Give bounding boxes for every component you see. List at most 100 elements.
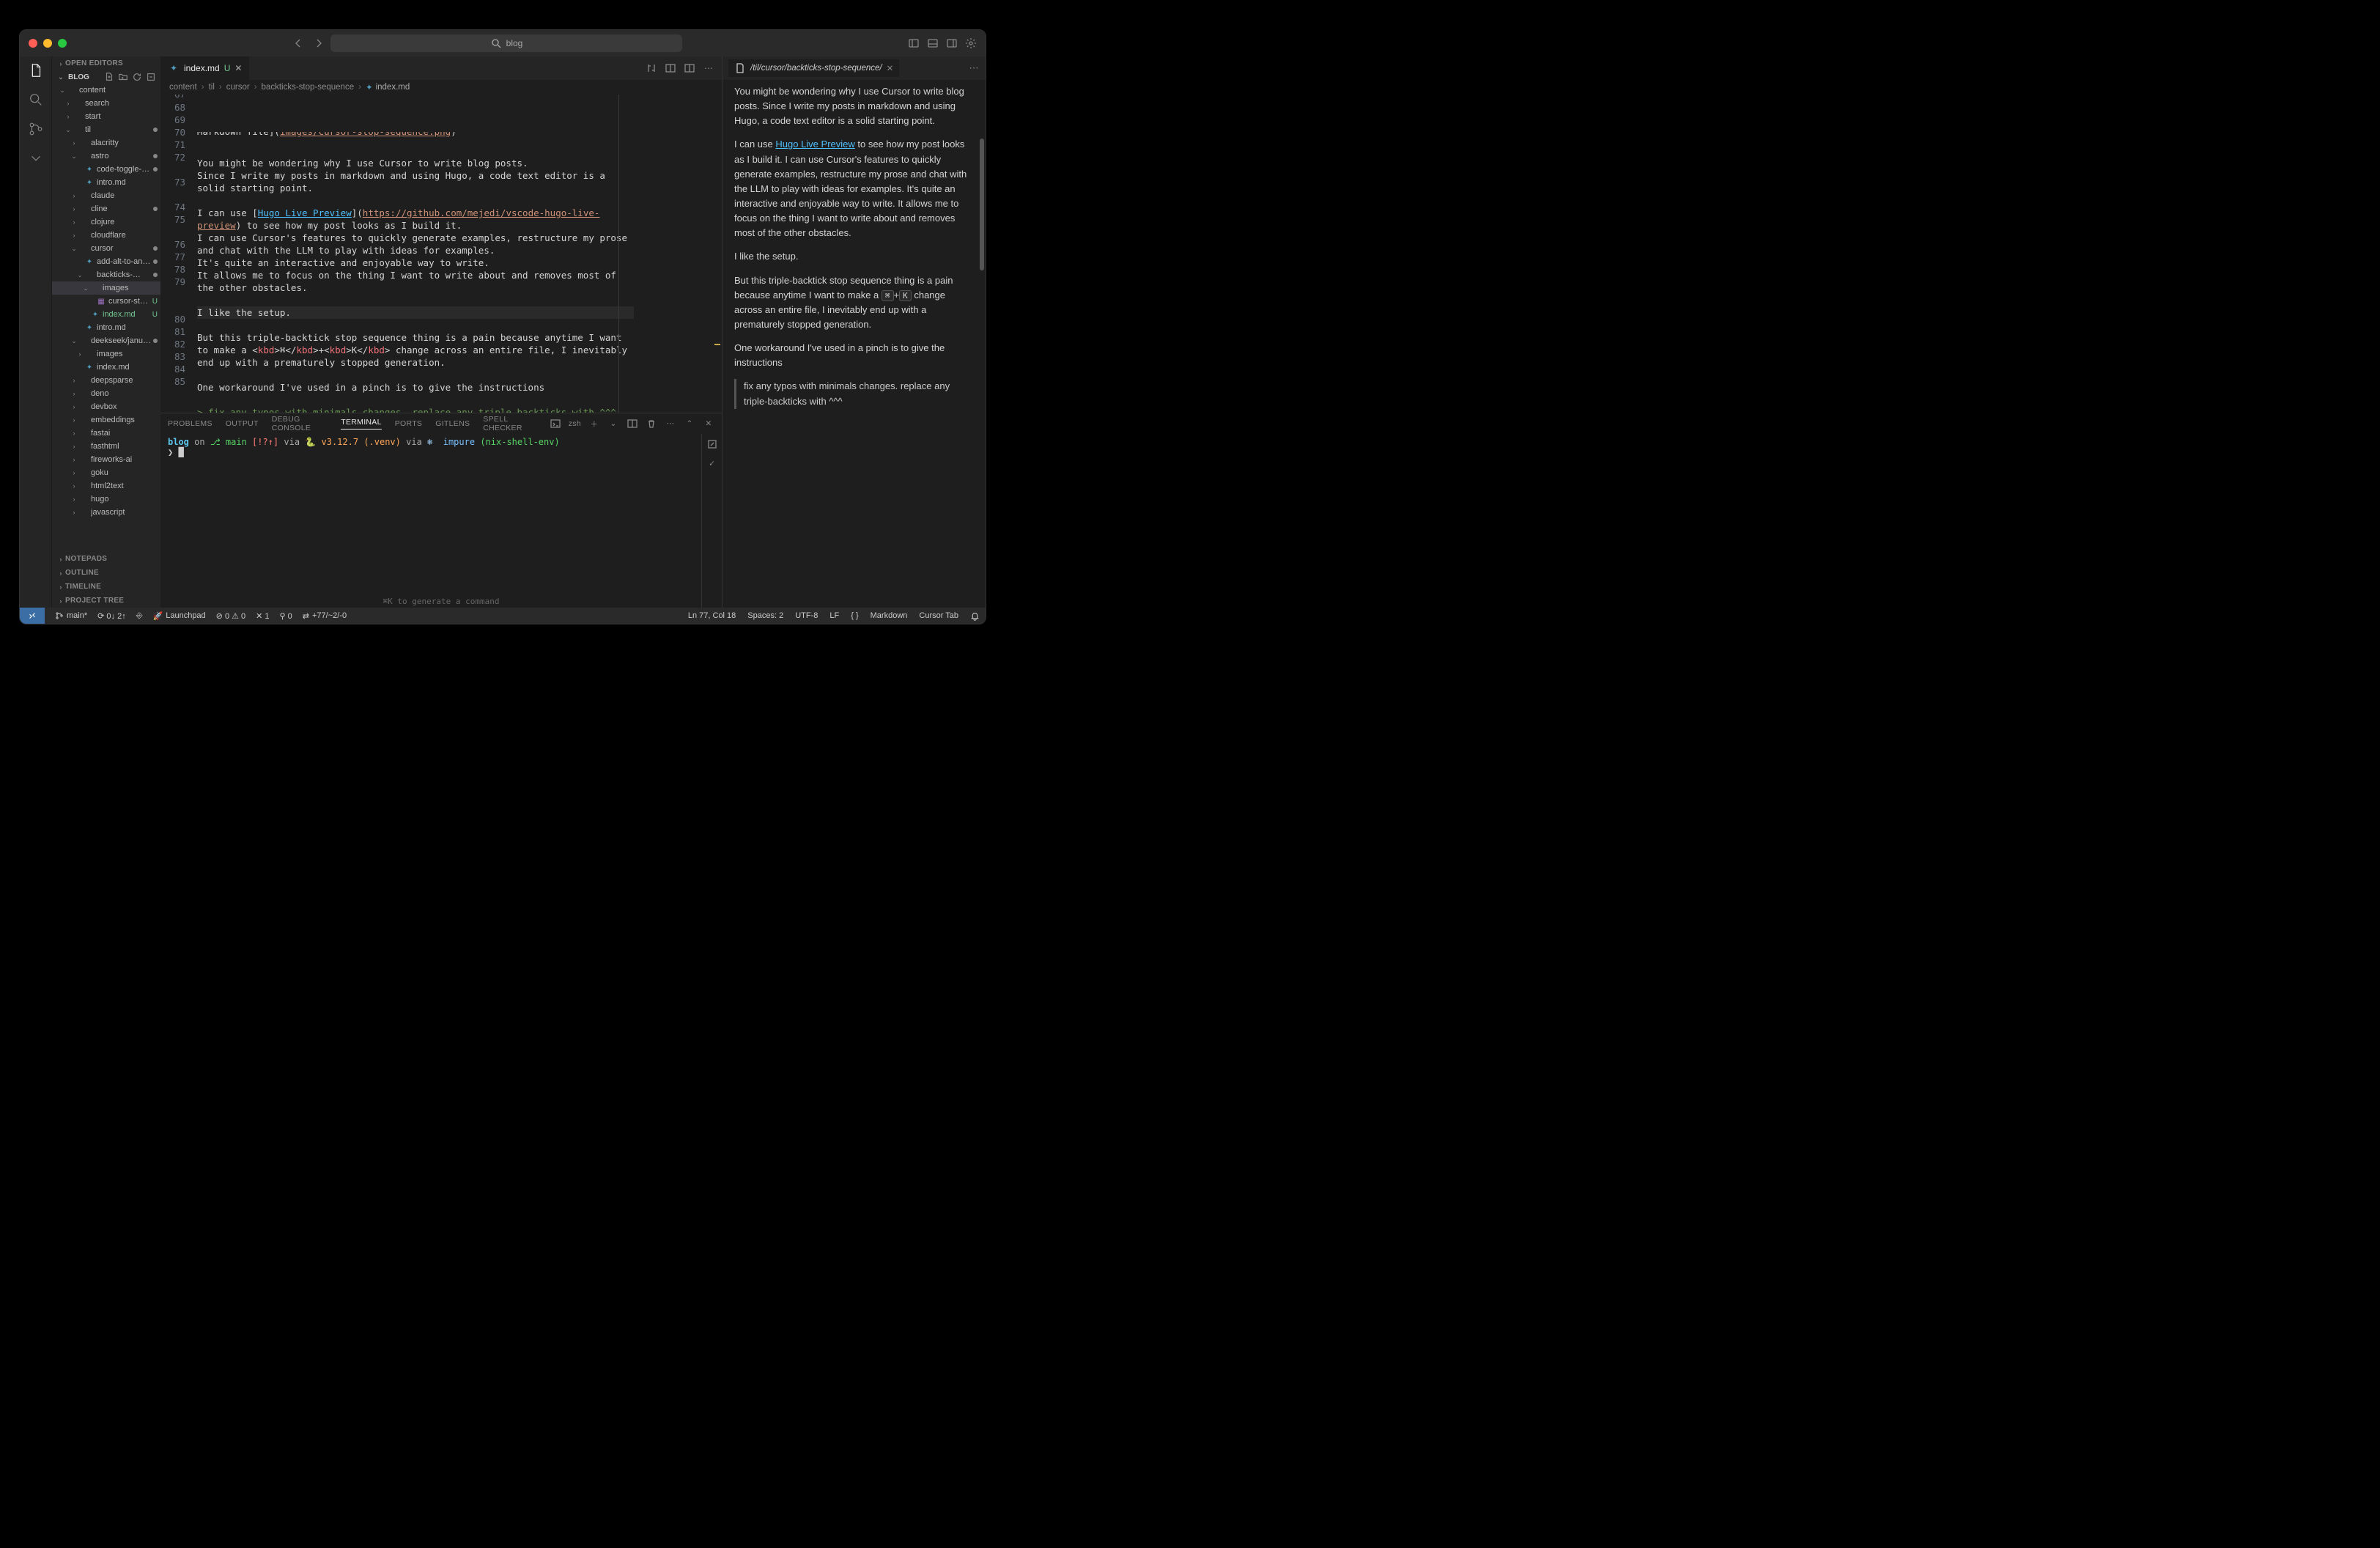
more-icon[interactable]: ⋯ — [703, 62, 714, 74]
tree-folder[interactable]: ›claude — [52, 189, 160, 202]
nav-forward-icon[interactable] — [313, 37, 325, 49]
tree-folder[interactable]: ⌄til — [52, 123, 160, 136]
tree-file[interactable]: ✦index.md — [52, 361, 160, 374]
search-sidebar-icon[interactable] — [28, 92, 44, 108]
new-file-icon[interactable] — [104, 72, 114, 82]
terminal-dropdown-icon[interactable]: ⌄ — [607, 418, 619, 430]
encoding-status[interactable]: UTF-8 — [795, 611, 818, 620]
tree-folder[interactable]: ›cline — [52, 202, 160, 215]
breadcrumb-segment[interactable]: cursor — [226, 83, 250, 92]
explorer-icon[interactable] — [28, 62, 44, 78]
explorer-section[interactable]: ⌄ BLOG — [52, 70, 160, 84]
panel-tab-output[interactable]: OUTPUT — [226, 419, 259, 428]
breadcrumb-segment[interactable]: til — [209, 83, 215, 92]
git-graph-status[interactable]: ⎆ — [136, 611, 143, 621]
tree-folder[interactable]: ⌄images — [52, 281, 160, 295]
panel-tab-spell-checker[interactable]: SPELL CHECKER — [483, 415, 536, 432]
panel-right-icon[interactable] — [946, 37, 958, 49]
tree-folder[interactable]: ›devbox — [52, 400, 160, 413]
file-tree[interactable]: ⌄content›search›start⌄til›alacritty⌄astr… — [52, 84, 160, 552]
tree-folder[interactable]: ›javascript — [52, 506, 160, 519]
breadcrumbs[interactable]: content›til›cursor›backticks-stop-sequen… — [160, 80, 722, 95]
remote-indicator[interactable] — [20, 608, 45, 624]
minimap[interactable] — [648, 95, 722, 413]
chevron-down-icon[interactable] — [28, 150, 44, 166]
tree-file[interactable]: ✦index.mdU — [52, 308, 160, 321]
code-content[interactable]: Markdown file](images/cursor-stop-sequen… — [197, 95, 722, 413]
panel-tab-ports[interactable]: PORTS — [395, 419, 422, 428]
window-minimize[interactable] — [43, 39, 52, 48]
tree-file[interactable]: ✦add-alt-to-an-i… — [52, 255, 160, 268]
refresh-icon[interactable] — [132, 72, 142, 82]
split-editor-icon[interactable] — [684, 62, 695, 74]
new-folder-icon[interactable] — [118, 72, 128, 82]
source-control-icon[interactable] — [28, 121, 44, 137]
tree-folder[interactable]: ⌄cursor — [52, 242, 160, 255]
preview-scroll-thumb[interactable] — [980, 139, 984, 270]
maximize-panel-icon[interactable] — [706, 438, 718, 450]
panel-tab-gitlens[interactable]: GITLENS — [435, 419, 470, 428]
notifications-icon[interactable] — [970, 611, 980, 621]
tree-folder[interactable]: ›cloudflare — [52, 229, 160, 242]
preview-more-icon[interactable]: ⋯ — [968, 62, 980, 74]
tree-folder[interactable]: ⌄backticks-… — [52, 268, 160, 281]
nav-back-icon[interactable] — [292, 37, 304, 49]
open-editors-section[interactable]: › OPEN EDITORS — [52, 56, 160, 70]
split-terminal-icon[interactable] — [627, 418, 638, 430]
tree-folder[interactable]: ›embeddings — [52, 413, 160, 427]
preview-body[interactable]: You might be wondering why I use Cursor … — [722, 80, 986, 608]
eol-status[interactable]: LF — [829, 611, 839, 620]
panel-more-icon[interactable]: ⋯ — [665, 418, 676, 430]
command-center[interactable]: blog — [330, 34, 682, 52]
tree-file[interactable]: ✦intro.md — [52, 176, 160, 189]
tree-file[interactable]: ✦intro.md — [52, 321, 160, 334]
tree-folder[interactable]: ›hugo — [52, 493, 160, 506]
timeline-section[interactable]: ›TIMELINE — [52, 580, 160, 594]
panel-up-icon[interactable]: ⌃ — [684, 418, 695, 430]
tree-folder[interactable]: ›deno — [52, 387, 160, 400]
bracket-status[interactable]: { } — [851, 611, 858, 620]
notepads-section[interactable]: ›NOTEPADS — [52, 552, 160, 566]
tree-folder[interactable]: ›fastai — [52, 427, 160, 440]
indentation-status[interactable]: Spaces: 2 — [747, 611, 783, 620]
breadcrumb-segment[interactable]: backticks-stop-sequence — [262, 83, 355, 92]
tree-folder[interactable]: ›fasthtml — [52, 440, 160, 453]
text-editor[interactable]: 676869707172 73 7475 76777879 8081828384… — [160, 95, 722, 413]
editor-tab-index-md[interactable]: ✦ index.md U ✕ — [160, 56, 250, 80]
tree-folder[interactable]: ›clojure — [52, 215, 160, 229]
terminal-input-line[interactable]: ❯ █ — [168, 447, 694, 457]
settings-gear-icon[interactable] — [965, 37, 977, 49]
add-terminal-icon[interactable]: ＋ — [588, 418, 600, 430]
tree-folder[interactable]: ›images — [52, 347, 160, 361]
panel-bottom-icon[interactable] — [927, 37, 939, 49]
panel-tab-debug-console[interactable]: DEBUG CONSOLE — [272, 415, 328, 432]
tree-folder[interactable]: ›search — [52, 97, 160, 110]
tree-file[interactable]: ✦code-toggle-co… — [52, 163, 160, 176]
tree-folder[interactable]: ›html2text — [52, 479, 160, 493]
tree-folder[interactable]: ›deepsparse — [52, 374, 160, 387]
terminal-launch-icon[interactable] — [550, 418, 561, 430]
terminal[interactable]: blog on ⎇ main [!?↑] via 🐍 v3.12.7 (.ven… — [160, 434, 701, 608]
project-tree-section[interactable]: ›PROJECT TREE — [52, 594, 160, 608]
tree-folder[interactable]: ›start — [52, 110, 160, 123]
panel-close-icon[interactable]: ✕ — [703, 418, 714, 430]
git-sync-status[interactable]: ⟳ 0↓ 2↑ — [97, 611, 126, 621]
language-mode[interactable]: Markdown — [871, 611, 908, 620]
tree-folder[interactable]: ›alacritty — [52, 136, 160, 150]
cursor-position[interactable]: Ln 77, Col 18 — [688, 611, 736, 620]
outline-section[interactable]: ›OUTLINE — [52, 566, 160, 580]
launchpad-status[interactable]: 🚀Launchpad — [153, 611, 206, 621]
cursor-tab-status[interactable]: Cursor Tab — [919, 611, 958, 620]
window-maximize[interactable] — [58, 39, 67, 48]
preview-scrollbar[interactable] — [978, 80, 986, 608]
kill-terminal-icon[interactable] — [646, 418, 657, 430]
tab-close-icon[interactable]: ✕ — [234, 63, 242, 73]
tree-folder[interactable]: ›goku — [52, 466, 160, 479]
preview-tab-close-icon[interactable]: ✕ — [887, 63, 894, 73]
flame-status[interactable]: ✕ 1 — [256, 611, 269, 621]
preview-side-icon[interactable] — [665, 62, 676, 74]
accept-icon[interactable]: ✓ — [706, 457, 718, 469]
tree-folder[interactable]: ⌄content — [52, 84, 160, 97]
tree-folder[interactable]: ⌄astro — [52, 150, 160, 163]
hugo-live-preview-link[interactable]: Hugo Live Preview — [775, 139, 854, 150]
